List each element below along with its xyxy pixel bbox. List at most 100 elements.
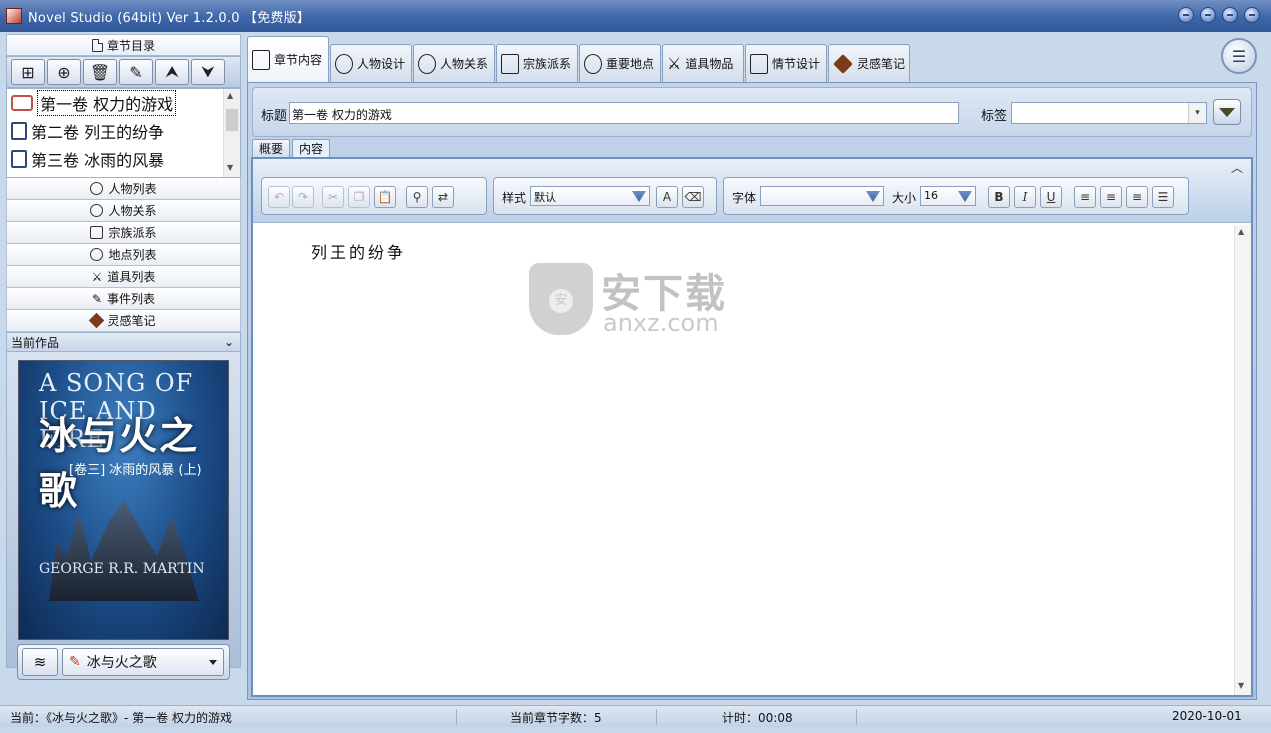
list-events[interactable]: ✎ 事件列表 — [6, 288, 241, 310]
tab-character-relations[interactable]: 人物关系 — [413, 44, 495, 82]
add-subchapter-button[interactable]: ⊕ — [47, 59, 81, 85]
edit-icon — [750, 53, 768, 74]
undo-button[interactable]: ↶ — [268, 186, 290, 208]
bold-button[interactable]: B — [988, 186, 1010, 208]
chapter-item[interactable]: 第一卷 权力的游戏 — [7, 89, 240, 117]
style-group: 样式 默认 A ⌫ — [493, 177, 717, 215]
list-person[interactable]: 人物列表 — [6, 178, 241, 200]
scroll-down-icon[interactable]: ▼ — [227, 163, 233, 172]
relation-icon — [418, 53, 436, 74]
tag-select[interactable]: ▾ — [1011, 102, 1207, 124]
italic-button[interactable]: I — [1014, 186, 1036, 208]
dropdown-arrow-icon — [632, 191, 646, 202]
title-label: 标题 — [261, 109, 288, 124]
menu-button[interactable]: ☰ — [1221, 38, 1257, 74]
maximize-icon[interactable] — [1222, 7, 1238, 23]
replace-button[interactable]: ⇄ — [432, 186, 454, 208]
scroll-thumb[interactable] — [226, 109, 238, 131]
chapter-list-scrollbar[interactable]: ▲ ▼ — [223, 89, 240, 177]
cover-panel: A SONG OF ICE AND FIRE 冰与火之歌 [卷三] 冰雨的风暴 … — [6, 352, 241, 680]
subtab-content[interactable]: 内容 — [292, 139, 331, 157]
text-style-button[interactable]: A — [656, 186, 678, 208]
binoculars-icon: ⚲ — [412, 190, 422, 204]
relation-icon — [90, 204, 104, 217]
hierarchy-icon — [501, 53, 519, 74]
subtab-summary[interactable]: 概要 — [252, 139, 291, 157]
collapse-icon[interactable]: ︿ — [1231, 159, 1243, 176]
align-center-button[interactable]: ≡ — [1100, 186, 1122, 208]
redo-button[interactable]: ↷ — [292, 186, 314, 208]
tab-plot-design[interactable]: 情节设计 — [745, 44, 827, 82]
list-clan[interactable]: 宗族派系 — [6, 222, 241, 244]
chapter-list: 第一卷 权力的游戏 第二卷 列王的纷争 第三卷 冰雨的风暴 ▲ ▼ — [6, 88, 241, 178]
shield-icon — [529, 263, 593, 335]
content-editor: ︿ ↶ ↷ ✂ ❐ 📋 ⚲ ⇄ 样式 默认 A ⌫ 字体 大小 16 B I U… — [251, 157, 1253, 697]
scroll-up-icon[interactable]: ▲ — [227, 91, 233, 100]
find-button[interactable]: ⚲ — [406, 186, 428, 208]
align-right-button[interactable]: ≡ — [1126, 186, 1148, 208]
editor-panel: 标题 第一卷 权力的游戏 标签 ▾ 概要 内容 ︿ ↶ ↷ ✂ ❐ 📋 ⚲ ⇄ … — [247, 82, 1257, 700]
list-relation[interactable]: 人物关系 — [6, 200, 241, 222]
cut-button[interactable]: ✂ — [322, 186, 344, 208]
hierarchy-icon — [90, 226, 104, 239]
editor-scrollbar[interactable]: ▲ ▼ — [1234, 225, 1251, 695]
diamond-icon — [833, 53, 853, 74]
main-tabs: 章节内容 人物设计 人物关系 宗族派系 重要地点 ⚔ 道具物品 情节设计 灵感笔记… — [247, 34, 1257, 82]
window-title: Novel Studio (64bit) Ver 1.2.0.0 【免费版】 — [28, 10, 311, 26]
left-panel: 章节目录 ⊞ ⊕ 🗑 ✎ ⮝ ⮟ 第一卷 权力的游戏 第二卷 列王的纷争 第三卷… — [6, 34, 241, 700]
eraser-icon: ⌫ — [684, 190, 702, 204]
list-location[interactable]: 地点列表 — [6, 244, 241, 266]
tab-clans[interactable]: 宗族派系 — [496, 44, 578, 82]
justify-button[interactable]: ☰ — [1152, 186, 1174, 208]
chevron-down-icon[interactable]: ⌄ — [224, 335, 234, 349]
current-work-header[interactable]: 当前作品 ⌄ — [6, 332, 241, 352]
rename-chapter-button[interactable]: ✎ — [119, 59, 153, 85]
font-group: 字体 大小 16 B I U ≡ ≡ ≡ ☰ — [723, 177, 1189, 215]
edit-icon: ✎ — [69, 654, 81, 670]
chapter-item[interactable]: 第三卷 冰雨的风暴 — [7, 145, 240, 173]
tab-props[interactable]: ⚔ 道具物品 — [662, 44, 744, 82]
copy-button[interactable]: ❐ — [348, 186, 370, 208]
status-timer: 计时：00:08 — [722, 711, 793, 725]
close-icon[interactable] — [1244, 7, 1260, 23]
delete-chapter-button[interactable]: 🗑 — [83, 59, 117, 85]
tab-locations[interactable]: 重要地点 — [579, 44, 661, 82]
scroll-down-icon[interactable]: ▼ — [1238, 681, 1244, 690]
add-chapter-icon: ⊞ — [21, 62, 35, 82]
tab-chapter-content[interactable]: 章节内容 — [247, 36, 329, 82]
move-up-button[interactable]: ⮝ — [155, 59, 189, 85]
add-chapter-button[interactable]: ⊞ — [11, 59, 45, 85]
align-right-icon: ≡ — [1131, 190, 1143, 204]
restore-icon[interactable] — [1200, 7, 1216, 23]
location-icon — [584, 53, 602, 74]
clear-format-button[interactable]: ⌫ — [682, 186, 704, 208]
scroll-up-icon[interactable]: ▲ — [1238, 227, 1244, 236]
font-select[interactable] — [760, 186, 884, 206]
scissors-icon: ✂ — [327, 190, 339, 204]
title-input[interactable]: 第一卷 权力的游戏 — [289, 102, 959, 124]
align-left-button[interactable]: ≡ — [1074, 186, 1096, 208]
layers-button[interactable]: ≋ — [22, 648, 58, 676]
list-props[interactable]: ⚔ 道具列表 — [6, 266, 241, 288]
minimize-icon[interactable] — [1178, 7, 1194, 23]
move-down-button[interactable]: ⮟ — [191, 59, 225, 85]
underline-button[interactable]: U — [1040, 186, 1062, 208]
document-content[interactable]: 列王的纷争 — [311, 239, 406, 263]
title-row: 标题 第一卷 权力的游戏 标签 ▾ — [252, 87, 1252, 137]
style-select[interactable]: 默认 — [530, 186, 650, 206]
add-document-icon: ⊕ — [57, 62, 71, 82]
chapter-item[interactable]: 第二卷 列王的纷争 — [7, 117, 240, 145]
paste-button[interactable]: 📋 — [374, 186, 396, 208]
italic-icon: I — [1022, 190, 1028, 204]
book-icon — [11, 122, 27, 140]
tag-dropdown-button[interactable] — [1213, 99, 1241, 125]
tab-character-design[interactable]: 人物设计 — [330, 44, 412, 82]
list-inspiration[interactable]: 灵感笔记 — [6, 310, 241, 332]
book-cover-image: A SONG OF ICE AND FIRE 冰与火之歌 [卷三] 冰雨的风暴 … — [18, 360, 229, 640]
work-select[interactable]: ✎ 冰与火之歌 — [62, 648, 224, 676]
arrow-up-icon: ⮝ — [165, 62, 179, 81]
bold-icon: B — [994, 190, 1004, 204]
size-select[interactable]: 16 — [920, 186, 976, 206]
align-left-icon: ≡ — [1079, 190, 1091, 204]
tab-inspiration[interactable]: 灵感笔记 — [828, 44, 910, 82]
